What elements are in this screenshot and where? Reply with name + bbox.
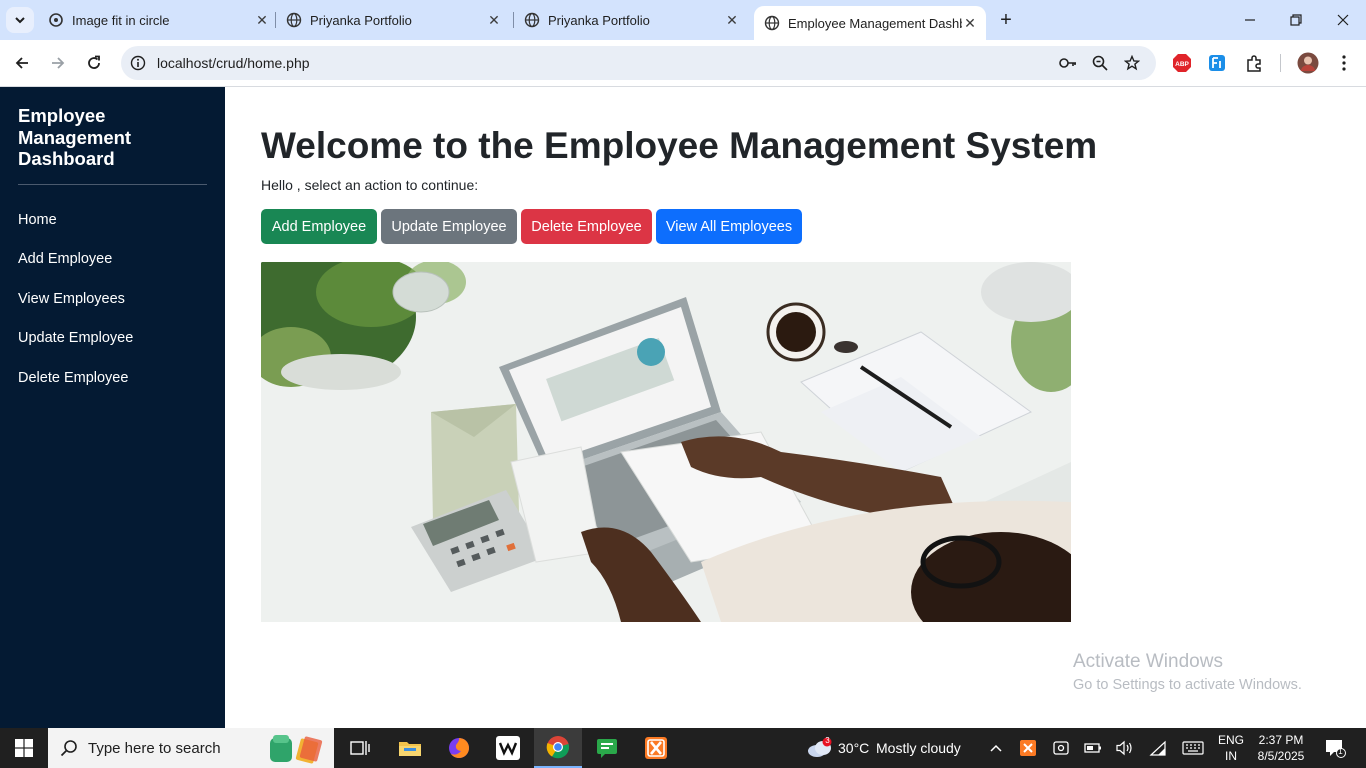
globe-icon bbox=[524, 12, 540, 28]
volume-icon[interactable] bbox=[1114, 738, 1134, 758]
minimize-icon[interactable] bbox=[1227, 0, 1273, 40]
back-arrow-icon[interactable] bbox=[7, 48, 37, 78]
add-employee-button[interactable]: Add Employee bbox=[261, 209, 377, 244]
globe-icon bbox=[764, 15, 780, 31]
tab-divider bbox=[275, 12, 276, 28]
tab-title: Priyanka Portfolio bbox=[548, 12, 650, 28]
profile-avatar[interactable] bbox=[1297, 52, 1319, 74]
browser-toolbar: localhost/crud/home.php ABP bbox=[0, 40, 1366, 87]
close-icon[interactable]: ✕ bbox=[724, 12, 740, 28]
new-tab-plus-icon[interactable]: + bbox=[994, 8, 1018, 32]
tab-title: Priyanka Portfolio bbox=[310, 12, 412, 28]
main-content: Welcome to the Employee Management Syste… bbox=[225, 87, 1366, 728]
tab-image-fit[interactable]: Image fit in circle ✕ bbox=[48, 0, 270, 40]
forward-arrow-icon[interactable] bbox=[43, 48, 73, 78]
extension-fi-icon[interactable] bbox=[1206, 52, 1228, 74]
hero-image bbox=[261, 262, 1071, 622]
keyboard-icon[interactable] bbox=[1181, 738, 1205, 758]
taskbar-clock[interactable]: 2:37 PM 8/5/2025 bbox=[1256, 732, 1306, 764]
sidebar-item-home[interactable]: Home bbox=[18, 212, 57, 228]
tab-search-button[interactable] bbox=[6, 7, 34, 33]
search-placeholder: Type here to search bbox=[88, 740, 221, 757]
sidebar-item-update-employee[interactable]: Update Employee bbox=[18, 330, 133, 346]
chrome-icon[interactable] bbox=[534, 728, 582, 768]
meet-now-icon[interactable] bbox=[1051, 738, 1071, 758]
task-view-icon[interactable] bbox=[336, 728, 384, 768]
weather-cloud-icon[interactable]: 3 bbox=[806, 736, 834, 760]
notification-count: 1 bbox=[1338, 747, 1343, 756]
firefox-icon[interactable] bbox=[435, 728, 483, 768]
bookmark-star-icon[interactable] bbox=[1122, 53, 1142, 73]
weather-badge: 3 bbox=[825, 736, 830, 745]
restore-icon[interactable] bbox=[1273, 0, 1319, 40]
globe-icon bbox=[286, 12, 302, 28]
wifi-icon[interactable] bbox=[1148, 738, 1168, 758]
tab-portfolio-1[interactable]: Priyanka Portfolio ✕ bbox=[286, 0, 502, 40]
clock-time: 2:37 PM bbox=[1258, 733, 1304, 747]
browser-tab-strip: Image fit in circle ✕ Priyanka Portfolio… bbox=[0, 0, 1366, 40]
weather-temperature[interactable]: 30°C bbox=[838, 740, 869, 756]
chat-app-icon[interactable] bbox=[583, 728, 631, 768]
url-text[interactable]: localhost/crud/home.php bbox=[157, 55, 310, 71]
greeting-text: Hello , select an action to continue: bbox=[261, 177, 479, 193]
view-all-employees-button[interactable]: View All Employees bbox=[656, 209, 802, 244]
extensions-puzzle-icon[interactable] bbox=[1243, 52, 1265, 74]
chevron-up-icon[interactable] bbox=[986, 738, 1006, 758]
wix-app-icon[interactable] bbox=[484, 728, 532, 768]
notifications-icon[interactable]: 1 bbox=[1323, 737, 1347, 759]
search-highlight-icon bbox=[270, 735, 323, 764]
reload-icon[interactable] bbox=[79, 48, 109, 78]
password-key-icon[interactable] bbox=[1058, 53, 1078, 73]
windows-start-icon[interactable] bbox=[0, 728, 48, 768]
activate-windows-watermark: Activate Windows Go to Settings to activ… bbox=[1073, 651, 1302, 693]
watermark-title: Activate Windows bbox=[1073, 651, 1223, 672]
close-icon[interactable]: ✕ bbox=[962, 15, 978, 31]
taskbar-search-box[interactable]: Type here to search bbox=[48, 728, 334, 768]
chevron-down-icon bbox=[15, 17, 25, 24]
more-menu-icon[interactable] bbox=[1333, 52, 1355, 74]
sidebar-item-view-employees[interactable]: View Employees bbox=[18, 291, 125, 307]
sidebar: Employee Management Dashboard Home Add E… bbox=[0, 87, 225, 728]
site-info-icon[interactable] bbox=[130, 55, 146, 71]
close-icon[interactable]: ✕ bbox=[254, 12, 270, 28]
search-icon bbox=[60, 740, 77, 757]
tab-portfolio-2[interactable]: Priyanka Portfolio ✕ bbox=[524, 0, 740, 40]
weather-description[interactable]: Mostly cloudy bbox=[876, 740, 961, 756]
region-code: IN bbox=[1225, 749, 1237, 763]
sidebar-divider bbox=[18, 184, 207, 185]
toolbar-divider bbox=[1280, 54, 1281, 72]
openai-icon bbox=[49, 13, 63, 27]
update-employee-button[interactable]: Update Employee bbox=[381, 209, 517, 244]
zoom-icon[interactable] bbox=[1090, 53, 1110, 73]
sidebar-item-add-employee[interactable]: Add Employee bbox=[18, 251, 112, 267]
clock-date: 8/5/2025 bbox=[1257, 749, 1305, 763]
address-bar[interactable]: localhost/crud/home.php bbox=[121, 46, 1156, 80]
xampp-tray-icon[interactable] bbox=[1018, 738, 1038, 758]
tab-title: Image fit in circle bbox=[72, 12, 170, 28]
sidebar-item-delete-employee[interactable]: Delete Employee bbox=[18, 370, 128, 386]
language-code: ENG bbox=[1218, 733, 1245, 747]
adblock-plus-icon[interactable]: ABP bbox=[1171, 52, 1193, 74]
input-language-indicator[interactable]: ENG IN bbox=[1218, 732, 1244, 764]
delete-employee-button[interactable]: Delete Employee bbox=[521, 209, 652, 244]
close-icon[interactable]: ✕ bbox=[486, 12, 502, 28]
page-title: Welcome to the Employee Management Syste… bbox=[261, 125, 1098, 166]
tab-divider bbox=[513, 12, 514, 28]
file-explorer-icon[interactable] bbox=[386, 728, 434, 768]
tab-employee-dashboard[interactable]: Employee Management Dashbo ✕ bbox=[754, 6, 986, 40]
watermark-subtitle: Go to Settings to activate Windows. bbox=[1073, 677, 1302, 693]
windows-taskbar: Type here to search 3 30°C Mostly cloudy bbox=[0, 728, 1366, 768]
battery-icon[interactable] bbox=[1083, 738, 1103, 758]
tab-title: Employee Management Dashbo bbox=[788, 15, 962, 31]
svg-text:ABP: ABP bbox=[1175, 61, 1189, 68]
window-close-icon[interactable] bbox=[1320, 0, 1366, 40]
xampp-icon[interactable] bbox=[632, 728, 680, 768]
sidebar-brand-title: Employee Management Dashboard bbox=[18, 105, 132, 169]
